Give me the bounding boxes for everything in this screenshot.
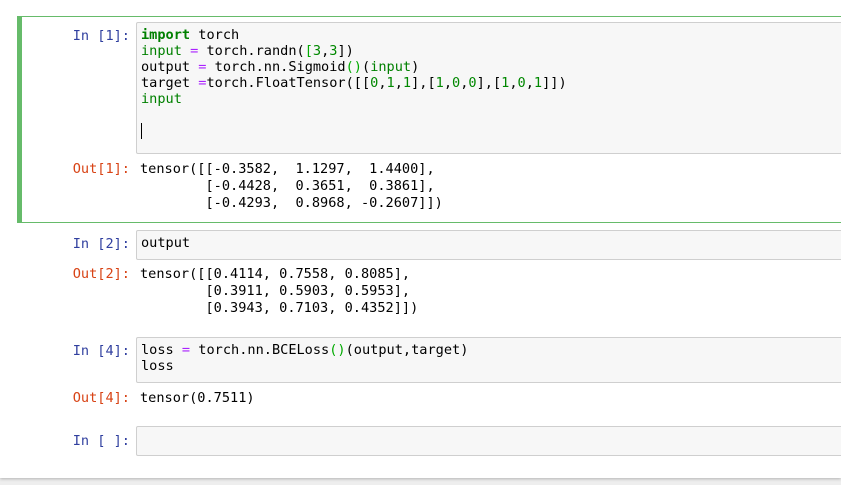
code-text[interactable]: output: [141, 235, 838, 251]
text-cursor: [141, 123, 142, 139]
output-text: tensor(0.7511): [140, 390, 255, 406]
code-text[interactable]: loss = torch.nn.BCELoss()(output,target)…: [141, 342, 838, 374]
notebook-container: In [1]: import torch input = torch.randn…: [0, 0, 841, 478]
output-text: tensor([[-0.3582, 1.1297, 1.4400], [-0.4…: [140, 161, 443, 211]
code-editor[interactable]: import torch input = torch.randn([3,3]) …: [136, 22, 841, 154]
code-text[interactable]: import torch input = torch.randn([3,3]) …: [141, 27, 838, 139]
code-cell-3[interactable]: In [4]: loss = torch.nn.BCELoss()(output…: [17, 332, 841, 416]
code-cell-2[interactable]: In [2]: output Out[2]: tensor([[0.4114, …: [17, 224, 841, 326]
input-prompt: In [2]:: [72, 236, 130, 252]
output-prompt: Out[1]:: [72, 161, 130, 177]
input-prompt: In [4]:: [72, 343, 130, 359]
code-editor[interactable]: loss = torch.nn.BCELoss()(output,target)…: [136, 337, 841, 383]
code-text[interactable]: [141, 431, 838, 447]
output-prompt: Out[4]:: [72, 390, 130, 406]
code-editor[interactable]: [136, 426, 841, 456]
output-text: tensor([[0.4114, 0.7558, 0.8085], [0.391…: [140, 266, 419, 316]
output-prompt: Out[2]:: [72, 266, 130, 282]
input-prompt: In [ ]:: [72, 433, 130, 449]
input-prompt: In [1]:: [72, 28, 130, 44]
code-cell-1[interactable]: In [1]: import torch input = torch.randn…: [17, 16, 841, 223]
code-cell-4[interactable]: In [ ]:: [17, 420, 841, 460]
code-editor[interactable]: output: [136, 230, 841, 260]
